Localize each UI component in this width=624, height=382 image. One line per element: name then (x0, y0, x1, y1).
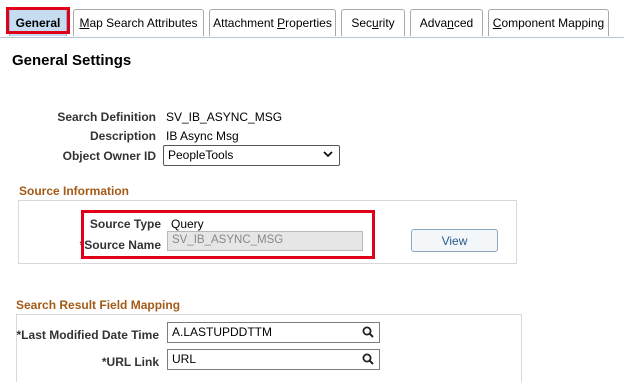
tab-attachment-properties[interactable]: Attachment Properties (209, 9, 336, 36)
tab-security[interactable]: Security (341, 9, 405, 36)
tab-label-post: ced (453, 16, 474, 30)
object-owner-id-label: Object Owner ID (62, 149, 156, 163)
last-modified-date-time-value: A.LASTUPDDTTM (172, 325, 273, 339)
chevron-down-icon (323, 149, 333, 162)
tab-attachment-properties-label: Attachment Properties (213, 16, 332, 30)
tab-label-accesskey: u (372, 16, 379, 30)
url-link-label: *URL Link (101, 355, 159, 369)
search-result-field-mapping-title: Search Result Field Mapping (16, 298, 181, 312)
source-highlight-box (81, 210, 375, 259)
url-link-value: URL (172, 352, 197, 366)
last-modified-date-time-input[interactable]: A.LASTUPDDTTM (167, 322, 380, 343)
search-definition-label: Search Definition (57, 110, 156, 124)
tab-label-pre: Sec (351, 16, 372, 30)
tab-label-post: rity (378, 16, 395, 30)
tab-map-search-attributes[interactable]: Map Search Attributes (73, 9, 204, 36)
tab-component-mapping[interactable]: Component Mapping (488, 9, 609, 36)
description-value: IB Async Msg (166, 129, 239, 143)
page-title: General Settings (12, 52, 132, 69)
object-owner-id-value: PeopleTools (168, 148, 234, 162)
tab-label-post: ap Search Attributes (89, 16, 198, 30)
object-owner-id-select[interactable]: PeopleTools (163, 145, 340, 166)
tab-bar-underline (0, 37, 624, 38)
tab-map-search-attributes-label: Map Search Attributes (79, 16, 197, 30)
tab-advanced[interactable]: Advanced (410, 9, 483, 36)
tab-component-mapping-label: Component Mapping (493, 16, 604, 30)
tab-advanced-label: Advanced (420, 16, 473, 30)
search-icon[interactable] (362, 353, 374, 365)
tab-label-accesskey: P (277, 16, 286, 30)
search-definition-value: SV_IB_ASYNC_MSG (166, 110, 283, 124)
view-button[interactable]: View (411, 229, 498, 252)
description-label: Description (89, 129, 156, 143)
tab-label-post: roperties (285, 16, 332, 30)
tab-general-highlight (6, 7, 70, 34)
tab-label-pre: Adva (419, 16, 448, 30)
tab-bar: General Map Search Attributes Attachment… (0, 0, 624, 40)
source-information-title: Source Information (19, 184, 130, 198)
last-modified-date-time-label: *Last Modified Date Time (16, 328, 159, 342)
search-icon[interactable] (362, 326, 374, 338)
tab-label-pre: Attachment (213, 16, 278, 30)
tab-label-accesskey: n (447, 16, 454, 30)
tab-label-post: omponent Mapping (501, 16, 605, 30)
url-link-input[interactable]: URL (167, 349, 380, 370)
tab-security-label: Security (351, 16, 394, 30)
tab-label-accesskey: M (79, 16, 90, 30)
